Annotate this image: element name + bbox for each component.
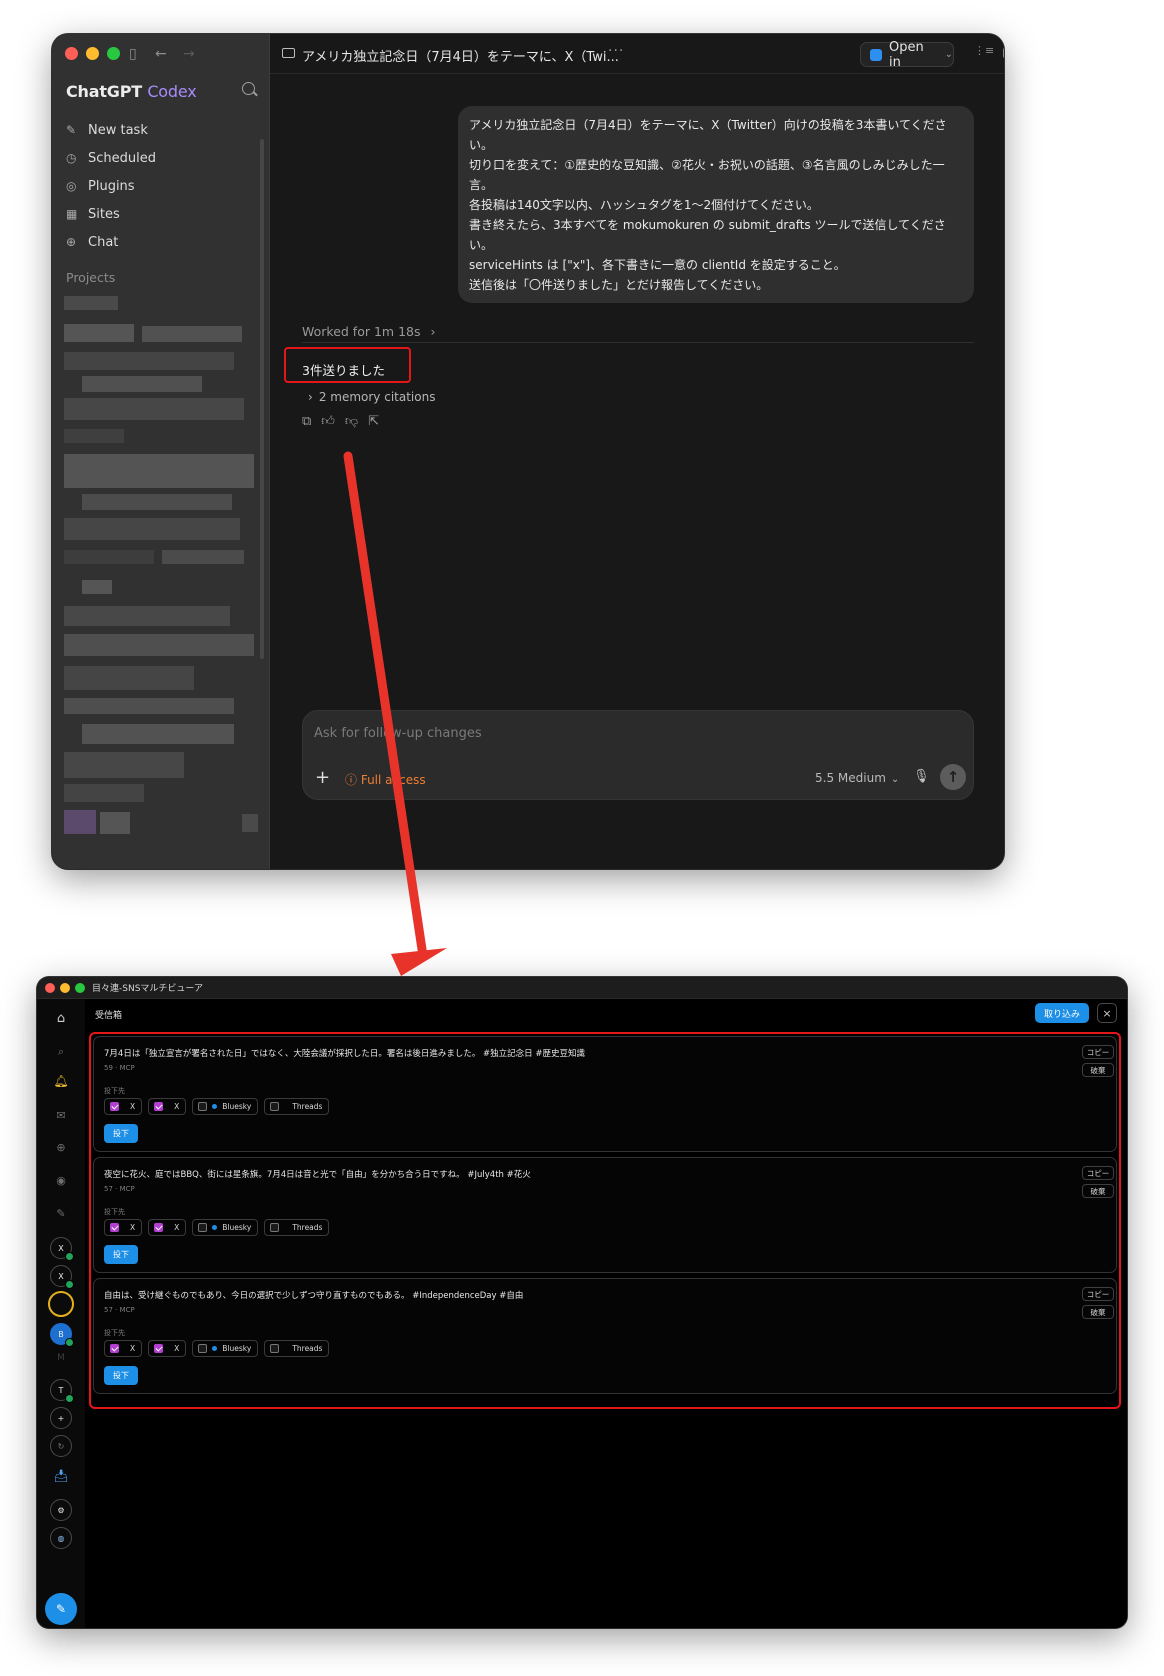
annotation-arrow [343,451,447,976]
arrow-head [391,948,447,976]
arrow-shaft [343,451,428,961]
composite-screenshot: ▯ ← → ChatGPT Codex ✎ New task ◷ Scheduled… [0,0,1164,1676]
